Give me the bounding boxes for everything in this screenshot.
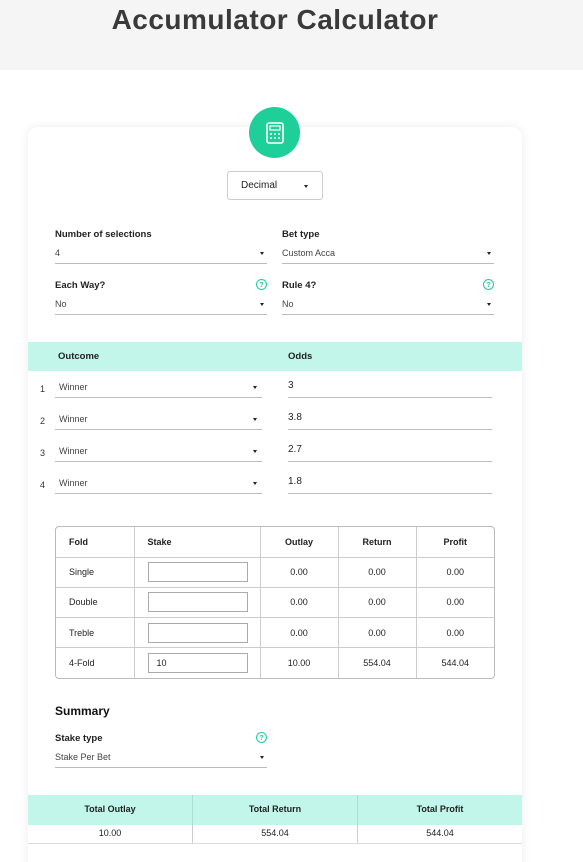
total-return-label: Total Return xyxy=(193,795,358,825)
caret-down-icon xyxy=(253,418,257,421)
help-icon[interactable]: ? xyxy=(483,279,494,290)
table-row: 4-Fold 10 10.00 554.04 544.04 xyxy=(56,647,494,678)
totals-values: 10.00 554.04 544.04 xyxy=(28,825,522,844)
total-profit-value: 544.04 xyxy=(426,828,454,838)
stake-input[interactable] xyxy=(147,592,248,613)
bet-type-select[interactable]: Custom Acca xyxy=(282,244,494,264)
return-header: Return xyxy=(338,527,417,558)
bet-type-value: Custom Acca xyxy=(282,248,336,258)
fold-header: Fold xyxy=(56,527,135,558)
stake-type-value: Stake Per Bet xyxy=(55,752,111,762)
selections-select[interactable]: 4 xyxy=(55,244,267,264)
odds-input[interactable]: 3.8 xyxy=(288,410,492,430)
profit-value: 0.00 xyxy=(416,557,494,588)
selections-label: Number of selections xyxy=(55,229,152,240)
return-value: 0.00 xyxy=(338,557,417,588)
return-value: 0.00 xyxy=(338,617,417,649)
odds-input[interactable]: 1.8 xyxy=(288,474,492,494)
profit-value: 544.04 xyxy=(441,658,470,669)
caret-down-icon xyxy=(253,386,257,389)
stake-input[interactable] xyxy=(147,562,248,583)
outcome-select[interactable]: Winner xyxy=(55,378,262,398)
stake-cell xyxy=(134,587,261,619)
bet-type-label: Bet type xyxy=(282,229,320,240)
row-number: 3 xyxy=(40,448,46,458)
total-profit-label: Total Profit xyxy=(416,804,464,814)
fold-name: 4-Fold xyxy=(56,647,135,678)
total-return-value: 554.04 xyxy=(193,825,358,843)
odds-format-value: Decimal xyxy=(241,180,278,191)
odds-input[interactable]: 2.7 xyxy=(288,442,492,462)
caret-down-icon xyxy=(487,303,491,306)
stake-cell: 10 xyxy=(134,647,261,678)
row-number: 4 xyxy=(40,480,46,490)
caret-down-icon xyxy=(487,252,491,255)
outcome-column-header: Outcome xyxy=(58,351,100,362)
page-title: Accumulator Calculator xyxy=(111,4,439,35)
outlay-value: 0.00 xyxy=(260,557,339,588)
stake-input[interactable]: 10 xyxy=(147,653,248,674)
odds-format-select[interactable]: Decimal xyxy=(227,171,323,200)
row-number: 1 xyxy=(40,384,46,394)
outcome-value: Winner xyxy=(59,414,88,424)
selections-value: 4 xyxy=(55,248,61,258)
return-value: 0.00 xyxy=(338,587,417,619)
caret-down-icon xyxy=(260,252,264,255)
fold-table-header-row: Fold Stake Outlay Return Profit xyxy=(56,527,494,558)
fold-name: Treble xyxy=(56,617,135,649)
rule4-select[interactable]: No xyxy=(282,295,494,315)
caret-down-icon xyxy=(253,482,257,485)
calculator-icon xyxy=(265,121,284,144)
caret-down-icon xyxy=(260,756,264,759)
help-icon[interactable]: ? xyxy=(256,279,267,290)
each-way-value: No xyxy=(55,299,67,309)
totals-header: Total Outlay Total Return Total Profit xyxy=(28,795,522,825)
profit-header: Profit xyxy=(416,527,494,558)
caret-down-icon xyxy=(260,303,264,306)
each-way-select[interactable]: No xyxy=(55,295,267,315)
outcome-select[interactable]: Winner xyxy=(55,442,262,462)
caret-down-icon xyxy=(253,450,257,453)
each-way-label: Each Way? xyxy=(55,280,106,291)
page: Accumulator Calculator Decimal Number of… xyxy=(0,0,583,862)
rule4-value: No xyxy=(282,299,294,309)
outcome-value: Winner xyxy=(59,382,88,392)
outcome-value: Winner xyxy=(59,478,88,488)
row-number: 2 xyxy=(40,416,46,426)
profit-value: 0.00 xyxy=(416,587,494,619)
total-outlay-value: 10.00 xyxy=(28,825,193,843)
outlay-value: 0.00 xyxy=(260,617,339,649)
outlay-value: 10.00 xyxy=(260,647,339,678)
outlay-header: Outlay xyxy=(260,527,339,558)
fold-name: Double xyxy=(56,587,135,619)
fold-name: Single xyxy=(56,557,135,588)
odds-input[interactable]: 3 xyxy=(288,378,492,398)
odds-column-header: Odds xyxy=(288,351,313,362)
outcome-header: Outcome Odds xyxy=(28,342,522,371)
fold-table: Fold Stake Outlay Return Profit Single 0… xyxy=(55,526,495,679)
stake-input[interactable] xyxy=(147,622,248,643)
outcome-value: Winner xyxy=(59,446,88,456)
stake-type-label: Stake type xyxy=(55,733,103,744)
summary-title: Summary xyxy=(55,704,110,718)
stake-cell xyxy=(134,617,261,649)
stake-header: Stake xyxy=(134,527,261,558)
help-icon[interactable]: ? xyxy=(256,732,267,743)
table-row: Treble 0.00 0.00 0.00 xyxy=(56,617,494,649)
stake-cell xyxy=(134,557,261,588)
outlay-value: 0.00 xyxy=(260,587,339,619)
rule4-label: Rule 4? xyxy=(282,280,317,291)
outcome-select[interactable]: Winner xyxy=(55,474,262,494)
profit-value: 0.00 xyxy=(416,617,494,649)
outcome-select[interactable]: Winner xyxy=(55,410,262,430)
caret-down-icon xyxy=(304,185,308,188)
return-value: 554.04 xyxy=(338,647,417,678)
total-outlay-label: Total Outlay xyxy=(28,795,193,825)
table-row: Double 0.00 0.00 0.00 xyxy=(56,587,494,619)
calculator-badge xyxy=(249,107,300,158)
table-row: Single 0.00 0.00 0.00 xyxy=(56,557,494,588)
stake-type-select[interactable]: Stake Per Bet xyxy=(55,748,267,768)
